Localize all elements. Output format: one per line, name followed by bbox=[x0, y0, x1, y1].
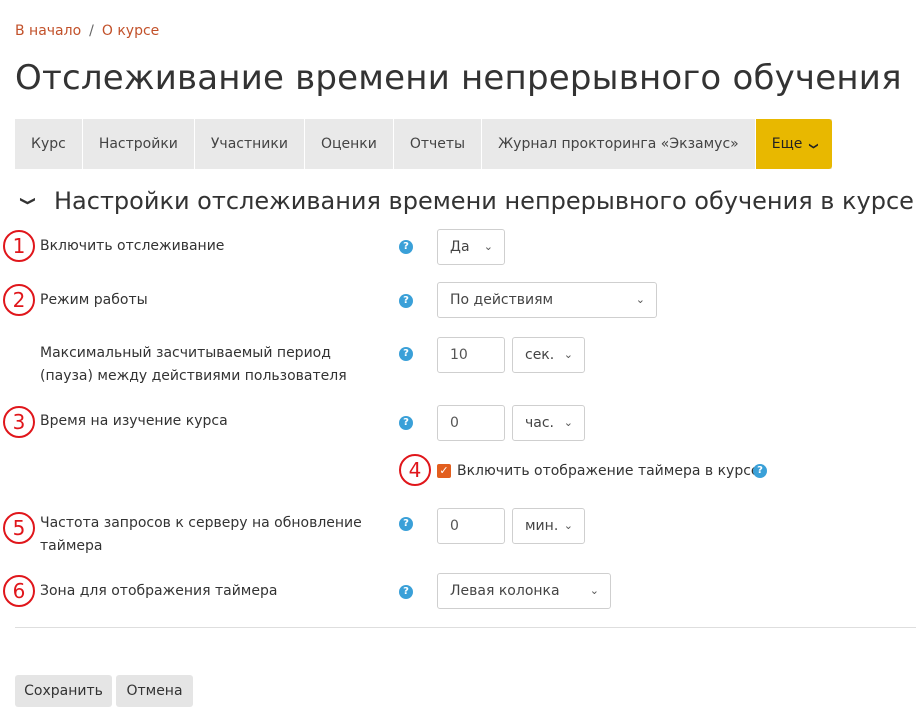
help-icon[interactable]: ? bbox=[399, 585, 413, 599]
form-divider bbox=[15, 627, 916, 628]
max-period-unit-value: сек. bbox=[525, 347, 555, 363]
breadcrumb: В начало / О курсе bbox=[15, 23, 159, 39]
study-time-unit-value: час. bbox=[525, 415, 554, 431]
breadcrumb-current-link[interactable]: О курсе bbox=[102, 23, 159, 39]
save-button[interactable]: Сохранить bbox=[15, 675, 112, 707]
chevron-down-icon: ❯ bbox=[19, 195, 38, 207]
tab-course[interactable]: Курс bbox=[15, 119, 83, 169]
help-icon[interactable]: ? bbox=[399, 294, 413, 308]
chevron-down-icon: ⌄ bbox=[563, 348, 573, 361]
cancel-button[interactable]: Отмена bbox=[116, 675, 193, 707]
enable-tracking-select[interactable]: Да ⌄ bbox=[437, 229, 505, 265]
timer-zone-select[interactable]: Левая колонка ⌄ bbox=[437, 573, 611, 609]
request-frequency-unit-value: мин. bbox=[525, 518, 559, 534]
tab-proctoring-log[interactable]: Журнал прокторинга «Экзамус» bbox=[482, 119, 756, 169]
marker-2: 2 bbox=[3, 284, 35, 316]
help-icon[interactable]: ? bbox=[399, 347, 413, 361]
mode-value: По действиям bbox=[450, 292, 554, 308]
tab-settings[interactable]: Настройки bbox=[83, 119, 195, 169]
request-frequency-unit-select[interactable]: мин. ⌄ bbox=[512, 508, 585, 544]
chevron-down-icon: ⌄ bbox=[563, 416, 573, 429]
show-timer-label: Включить отображение таймера в курсе bbox=[457, 463, 760, 479]
max-period-input[interactable]: 10 bbox=[437, 337, 505, 373]
timer-zone-value: Левая колонка bbox=[450, 583, 560, 599]
tab-more[interactable]: Еще ❯ bbox=[755, 119, 833, 169]
marker-4: 4 bbox=[399, 454, 431, 486]
mode-label: Режим работы bbox=[40, 292, 148, 308]
help-icon[interactable]: ? bbox=[753, 464, 767, 478]
request-frequency-input[interactable]: 0 bbox=[437, 508, 505, 544]
study-time-label: Время на изучение курса bbox=[40, 413, 228, 429]
study-time-unit-select[interactable]: час. ⌄ bbox=[512, 405, 585, 441]
section-title: Настройки отслеживания времени непрерывн… bbox=[54, 187, 914, 215]
breadcrumb-home-link[interactable]: В начало bbox=[15, 23, 81, 39]
chevron-down-icon: ⌄ bbox=[635, 293, 645, 306]
marker-6: 6 bbox=[3, 575, 35, 607]
marker-5: 5 bbox=[3, 512, 35, 544]
section-header[interactable]: ❯ Настройки отслеживания времени непреры… bbox=[19, 187, 914, 215]
request-frequency-label: Частота запросов к серверу на обновление… bbox=[40, 515, 362, 554]
breadcrumb-separator: / bbox=[89, 23, 94, 39]
page-title: Отслеживание времени непрерывного обучен… bbox=[15, 58, 902, 98]
show-timer-checkbox[interactable]: ✓ bbox=[437, 464, 451, 478]
marker-1: 1 bbox=[3, 230, 35, 262]
tab-reports[interactable]: Отчеты bbox=[394, 119, 483, 169]
chevron-down-icon: ❯ bbox=[807, 142, 818, 150]
help-icon[interactable]: ? bbox=[399, 240, 413, 254]
enable-tracking-value: Да bbox=[450, 239, 470, 255]
chevron-down-icon: ⌄ bbox=[563, 519, 573, 532]
course-nav-tabs: Курс Настройки Участники Оценки Отчеты Ж… bbox=[15, 119, 833, 169]
timer-zone-label: Зона для отображения таймера bbox=[40, 583, 278, 599]
help-icon[interactable]: ? bbox=[399, 517, 413, 531]
help-icon[interactable]: ? bbox=[399, 416, 413, 430]
enable-tracking-label: Включить отслеживание bbox=[40, 238, 225, 254]
max-period-label: Максимальный засчитываемый период (пауза… bbox=[40, 345, 347, 384]
tab-participants[interactable]: Участники bbox=[195, 119, 305, 169]
max-period-unit-select[interactable]: сек. ⌄ bbox=[512, 337, 585, 373]
tab-grades[interactable]: Оценки bbox=[305, 119, 394, 169]
mode-select[interactable]: По действиям ⌄ bbox=[437, 282, 657, 318]
marker-3: 3 bbox=[3, 406, 35, 438]
chevron-down-icon: ⌄ bbox=[589, 584, 599, 597]
study-time-input[interactable]: 0 bbox=[437, 405, 505, 441]
chevron-down-icon: ⌄ bbox=[483, 240, 493, 253]
